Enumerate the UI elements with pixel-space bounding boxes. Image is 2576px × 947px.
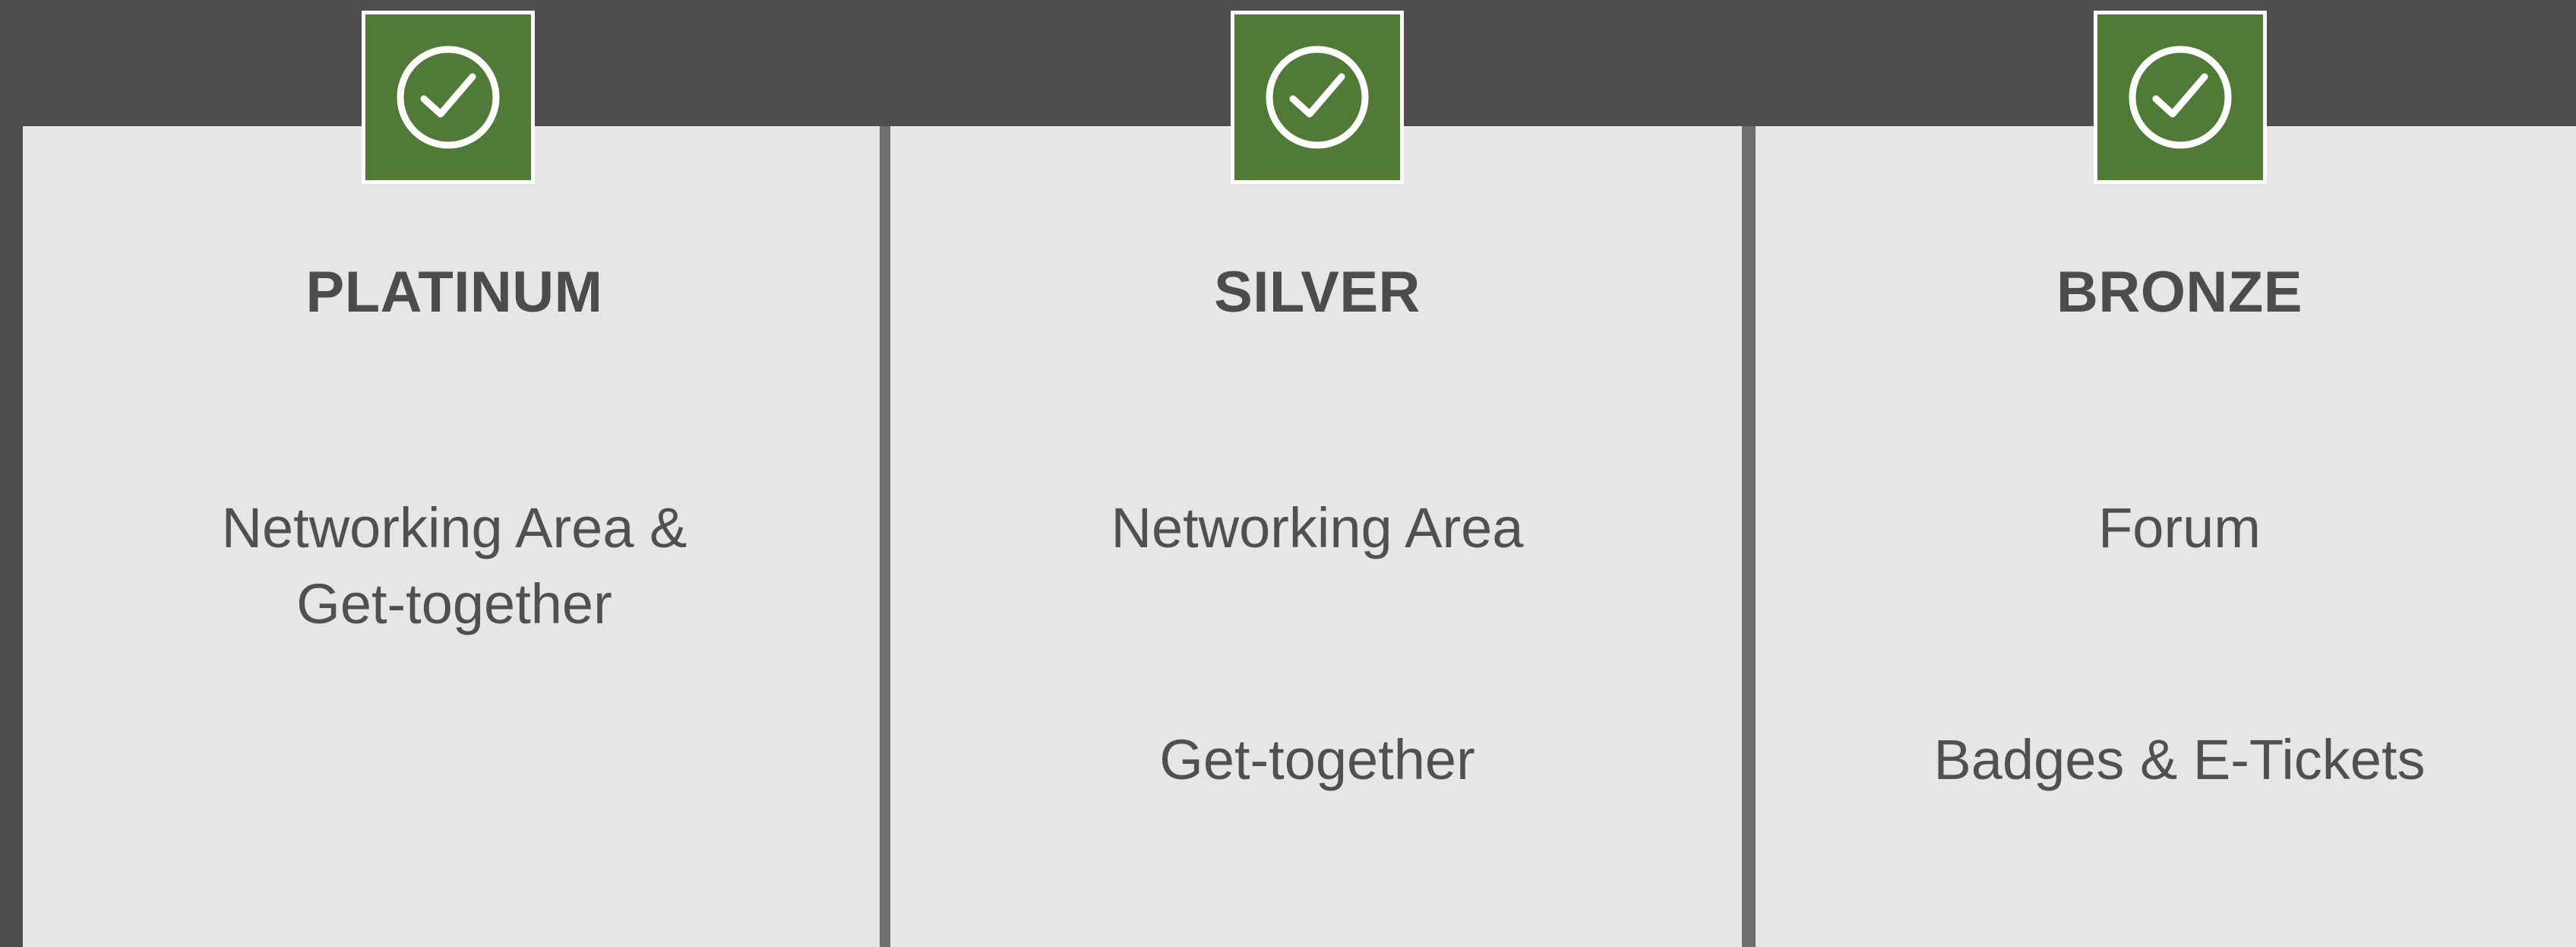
panel-divider	[880, 126, 890, 947]
feature-item: Get-together	[1159, 728, 1475, 791]
tier-badge-silver	[1231, 11, 1404, 184]
panel-divider	[1742, 126, 1756, 947]
check-circle-icon	[1266, 46, 1369, 149]
feature-item: Badges & E-Tickets	[1933, 728, 2426, 791]
tier-badge-platinum	[362, 11, 535, 184]
tier-title-platinum: PLATINUM	[305, 260, 603, 325]
tier-title-bronze: BRONZE	[2056, 260, 2303, 325]
tier-title-silver: SILVER	[1214, 260, 1421, 325]
tier-badge-bronze	[2094, 11, 2267, 184]
feature-item: Forum	[2098, 496, 2261, 559]
feature-item: Networking Area & Get-together	[221, 496, 687, 635]
feature-item: Networking Area	[1111, 496, 1524, 559]
check-circle-icon	[2129, 46, 2232, 149]
check-circle-icon	[397, 46, 500, 149]
pricing-tiers-slide: PLATINUM SILVER BRONZE Networking Area &…	[0, 0, 2576, 947]
